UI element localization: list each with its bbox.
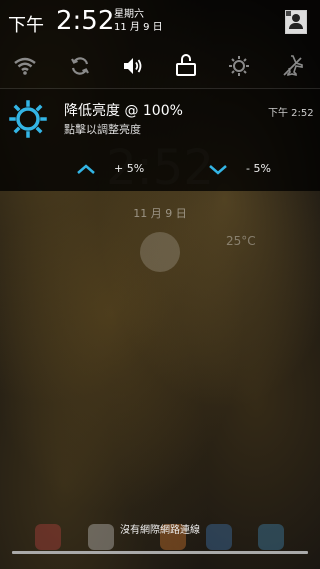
user-settings-button[interactable]: [285, 10, 307, 34]
background-date: 11 月 9 日: [133, 207, 187, 220]
network-status-text: 沒有網際網路連線: [120, 525, 200, 536]
status-bar: 下午 2:52 星期六 11 月 9 日: [0, 0, 320, 44]
status-time: 2:52: [56, 6, 115, 36]
status-date: 星期六 11 月 9 日: [114, 8, 163, 34]
weather-icon: [140, 232, 180, 272]
wifi-icon[interactable]: [13, 54, 37, 78]
status-weekday: 星期六: [114, 9, 144, 20]
user-shoulder-icon: [289, 23, 303, 29]
chevron-down-icon: [209, 165, 227, 175]
increase-brightness-button[interactable]: + 5%: [76, 160, 146, 178]
sync-icon[interactable]: [68, 54, 92, 78]
status-day: 11 月 9 日: [114, 22, 163, 33]
decrease-label: - 5%: [246, 162, 271, 175]
airplane-off-icon[interactable]: [281, 54, 305, 78]
increase-label: + 5%: [114, 162, 145, 175]
notification-subtitle: 點擊以調整亮度: [64, 123, 141, 136]
sound-icon[interactable]: [121, 54, 145, 78]
notification-time: 下午 2:52: [268, 108, 314, 119]
brightness-notification[interactable]: 降低亮度 @ 100% 點擊以調整亮度 下午 2:52 + 5% - 5%: [0, 89, 320, 191]
notification-title: 降低亮度 @ 100%: [64, 103, 183, 119]
user-head-icon: [292, 14, 300, 22]
brightness-icon[interactable]: [227, 54, 251, 78]
rotation-icon[interactable]: [174, 54, 198, 78]
background-temperature: 25°C: [226, 234, 256, 248]
settings-corner-icon: [286, 11, 291, 16]
sun-icon: [9, 100, 47, 138]
chevron-up-icon: [77, 164, 95, 174]
notification-shade-handle[interactable]: [12, 551, 308, 554]
time-period: 下午: [8, 15, 44, 36]
decrease-brightness-button[interactable]: - 5%: [208, 160, 278, 178]
quick-settings-row: [0, 44, 320, 89]
